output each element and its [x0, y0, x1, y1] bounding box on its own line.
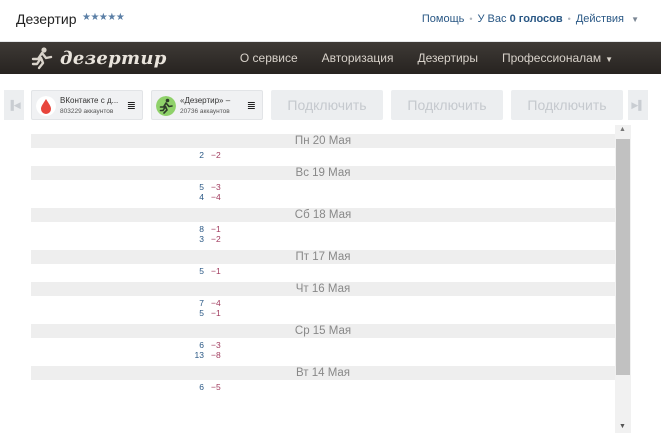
stat-row: 3 −2 [31, 234, 615, 244]
stat-row: 7 −4 [31, 298, 615, 308]
day-group: Пт 17 Мая 5 −1 [31, 250, 615, 276]
stat-row: 5 −1 [31, 308, 615, 318]
day-header: Вс 19 Мая [31, 166, 615, 180]
app-window: Дезертир ★★★★★ Помощь • У Вас 0 голосов … [0, 0, 661, 433]
scroll-left-button[interactable]: ▐◀ [4, 90, 24, 120]
joined-count: 4 [199, 192, 204, 202]
nav-item-pros[interactable]: Профессионалам ▼ [502, 51, 613, 65]
actions-label: Действия [575, 13, 625, 25]
nav-item-pros-label: Профессионалам [501, 51, 602, 65]
menu-icon[interactable]: ≣ [247, 99, 256, 112]
left-count: −4 [211, 192, 221, 202]
scroll-down-arrow-icon[interactable]: ▼ [619, 423, 626, 430]
vk-droplet-icon [36, 96, 56, 116]
stats-list: Пн 20 Мая 2 −2 Вс 19 Мая 5 −3 4 −4 Сб 18… [31, 128, 615, 433]
separator-dot: • [567, 14, 571, 24]
account-strip: ▐◀ ВКонтакте с д... 803229 аккаунтов ≣ «… [0, 86, 661, 120]
votes-count: 0 голосов [509, 13, 563, 25]
logo[interactable]: дезертир [30, 44, 167, 72]
scroll-right-button[interactable]: ▶▌ [628, 90, 648, 120]
left-count: −8 [211, 350, 221, 360]
left-count: −1 [211, 308, 221, 318]
app-title: Дезертир [16, 11, 77, 27]
nav-item-deserters[interactable]: Дезертиры [417, 51, 478, 65]
stat-row: 5 −3 [31, 182, 615, 192]
account-card-dezertir[interactable]: «Дезертир» – 20736 аккаунтов ≣ [151, 90, 263, 120]
stat-row: 4 −4 [31, 192, 615, 202]
day-group: Чт 16 Мая 7 −4 5 −1 [31, 282, 615, 318]
logo-text: дезертир [60, 47, 167, 69]
nav-item-auth[interactable]: Авторизация [322, 51, 394, 65]
top-header: Дезертир ★★★★★ Помощь • У Вас 0 голосов … [0, 0, 661, 42]
day-group: Сб 18 Мая 8 −1 3 −2 [31, 208, 615, 244]
stat-row: 5 −1 [31, 266, 615, 276]
help-link[interactable]: Помощь [422, 13, 465, 25]
connect-button[interactable]: Подключить [271, 90, 383, 120]
day-header: Сб 18 Мая [31, 208, 615, 222]
stat-row: 2 −2 [31, 150, 615, 160]
day-group: Вс 19 Мая 5 −3 4 −4 [31, 166, 615, 202]
votes-prefix: У Вас [477, 13, 507, 25]
joined-count: 5 [199, 266, 204, 276]
runner-logo-icon [31, 47, 53, 70]
joined-count: 6 [199, 382, 204, 392]
day-group: Вт 14 Мая 6 −5 [31, 366, 615, 392]
stat-row: 6 −5 [31, 382, 615, 392]
joined-count: 2 [199, 150, 204, 160]
votes-link[interactable]: У Вас 0 голосов [478, 13, 563, 25]
account-name: «Дезертир» – [180, 96, 231, 105]
stat-row: 13 −8 [31, 350, 615, 360]
joined-count: 13 [194, 350, 204, 360]
day-header: Вт 14 Мая [31, 366, 615, 380]
joined-count: 8 [199, 224, 204, 234]
joined-count: 3 [199, 234, 204, 244]
account-count: 20736 аккаунтов [180, 108, 230, 115]
rating-stars[interactable]: ★★★★★ [82, 12, 125, 23]
scrollbar[interactable]: ▲ ▼ [615, 125, 631, 433]
day-group: Пн 20 Мая 2 −2 [31, 134, 615, 160]
day-group: Ср 15 Мая 6 −3 13 −8 [31, 324, 615, 360]
connect-button[interactable]: Подключить [511, 90, 623, 120]
skip-previous-icon: ▐◀ [7, 99, 21, 110]
chevron-down-icon: ▼ [631, 15, 639, 24]
left-count: −5 [211, 382, 221, 392]
scrollbar-thumb[interactable] [616, 139, 630, 375]
nav-item-about[interactable]: О сервисе [240, 51, 298, 65]
joined-count: 5 [199, 182, 204, 192]
header-links: Помощь • У Вас 0 голосов • Действия ▼ [422, 13, 639, 25]
nav-menu: О сервисе Авторизация Дезертиры Професси… [216, 42, 613, 74]
left-count: −3 [211, 182, 221, 192]
day-header: Чт 16 Мая [31, 282, 615, 296]
connect-button[interactable]: Подключить [391, 90, 503, 120]
caret-down-icon: ▼ [605, 55, 613, 64]
left-count: −2 [211, 150, 221, 160]
scroll-up-arrow-icon[interactable]: ▲ [619, 126, 626, 133]
left-count: −1 [211, 266, 221, 276]
day-header: Пн 20 Мая [31, 134, 615, 148]
day-header: Ср 15 Мая [31, 324, 615, 338]
joined-count: 7 [199, 298, 204, 308]
stat-row: 8 −1 [31, 224, 615, 234]
main-nav: дезертир О сервисе Авторизация Дезертиры… [0, 42, 661, 74]
left-count: −4 [211, 298, 221, 308]
stat-row: 6 −3 [31, 340, 615, 350]
account-card-vk[interactable]: ВКонтакте с д... 803229 аккаунтов ≣ [31, 90, 143, 120]
left-count: −3 [211, 340, 221, 350]
account-name: ВКонтакте с д... [60, 96, 119, 105]
runner-icon [156, 96, 176, 116]
joined-count: 5 [199, 308, 204, 318]
left-count: −1 [211, 224, 221, 234]
left-count: −2 [211, 234, 221, 244]
account-count: 803229 аккаунтов [60, 108, 114, 115]
separator-dot: • [469, 14, 473, 24]
actions-menu[interactable]: Действия ▼ [576, 13, 639, 25]
skip-next-icon: ▶▌ [631, 99, 645, 110]
joined-count: 6 [199, 340, 204, 350]
day-header: Пт 17 Мая [31, 250, 615, 264]
menu-icon[interactable]: ≣ [127, 99, 136, 112]
